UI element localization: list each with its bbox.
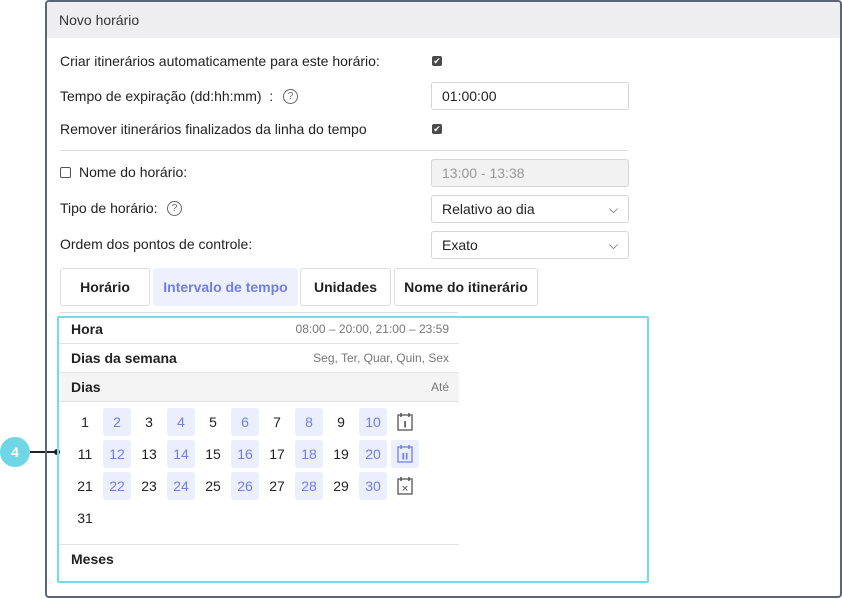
callout-badge: 4 (0, 437, 30, 467)
day-21[interactable]: 21 (71, 472, 99, 500)
day-20[interactable]: 20 (359, 440, 387, 468)
day-16[interactable]: 16 (231, 440, 259, 468)
day-10[interactable]: 10 (359, 408, 387, 436)
day-15[interactable]: 15 (199, 440, 227, 468)
control-order-label: Ordem dos pontos de controle: (60, 236, 253, 252)
tab-units[interactable]: Unidades (300, 268, 391, 306)
tab-time-interval[interactable]: Intervalo de tempo (153, 268, 298, 306)
day-29[interactable]: 29 (327, 472, 355, 500)
panel-title: Novo horário (47, 2, 840, 38)
calendar-clear-icon[interactable]: ✕ (391, 472, 419, 500)
weekdays-row[interactable]: Dias da semana Seg, Ter, Quar, Quin, Sex (59, 344, 459, 373)
control-order-select[interactable]: Exato ⌵ (431, 231, 629, 259)
tab-route-name[interactable]: Nome do itinerário (394, 268, 538, 306)
day-17[interactable]: 17 (263, 440, 291, 468)
day-1[interactable]: 1 (71, 408, 99, 436)
divider (59, 544, 459, 545)
schedule-name-checkbox[interactable] (60, 167, 71, 178)
weekdays-label: Dias da semana (71, 350, 177, 366)
calendar-single-icon[interactable]: I (391, 408, 419, 436)
day-27[interactable]: 27 (263, 472, 291, 500)
months-label: Meses (71, 551, 114, 567)
day-24[interactable]: 24 (167, 472, 195, 500)
day-25[interactable]: 25 (199, 472, 227, 500)
chevron-down-icon: ⌵ (608, 202, 618, 216)
day-28[interactable]: 28 (295, 472, 323, 500)
days-label: Dias (71, 379, 101, 395)
days-mode: Até (430, 380, 449, 394)
day-22[interactable]: 22 (103, 472, 131, 500)
day-5[interactable]: 5 (199, 408, 227, 436)
weekdays-value: Seg, Ter, Quar, Quin, Sex (313, 351, 449, 365)
svg-text:I: I (403, 421, 406, 431)
day-8[interactable]: 8 (295, 408, 323, 436)
day-3[interactable]: 3 (135, 408, 163, 436)
hour-value: 08:00 – 20:00, 21:00 – 23:59 (295, 322, 449, 336)
days-row[interactable]: Dias Até (59, 373, 459, 402)
schedule-name-label: Nome do horário: (79, 164, 188, 180)
day-23[interactable]: 23 (135, 472, 163, 500)
calendar-pause-icon[interactable]: II (391, 440, 419, 468)
day-19[interactable]: 19 (327, 440, 355, 468)
schedule-type-label: Tipo de horário: (60, 200, 158, 216)
day-14[interactable]: 14 (167, 440, 195, 468)
day-7[interactable]: 7 (263, 408, 291, 436)
hour-row[interactable]: Hora 08:00 – 20:00, 21:00 – 23:59 (59, 318, 459, 344)
auto-create-checkbox[interactable]: ✔ (432, 56, 442, 66)
svg-text:II: II (402, 453, 409, 463)
day-30[interactable]: 30 (359, 472, 387, 500)
day-9[interactable]: 9 (327, 408, 355, 436)
day-18[interactable]: 18 (295, 440, 323, 468)
remove-finished-label: Remover itinerários finalizados da linha… (60, 121, 367, 137)
expiration-label: Tempo de expiração (dd:hh:mm) : (60, 88, 274, 104)
schedule-type-select[interactable]: Relativo ao dia ⌵ (431, 195, 629, 223)
help-icon[interactable]: ? (167, 201, 182, 216)
day-2[interactable]: 2 (103, 408, 131, 436)
tab-schedule[interactable]: Horário (60, 268, 150, 306)
divider (60, 312, 458, 313)
day-13[interactable]: 13 (135, 440, 163, 468)
remove-finished-checkbox[interactable]: ✔ (432, 124, 442, 134)
svg-text:✕: ✕ (401, 485, 409, 495)
help-icon[interactable]: ? (283, 89, 298, 104)
day-4[interactable]: 4 (167, 408, 195, 436)
chevron-down-icon: ⌵ (608, 238, 618, 252)
expiration-input[interactable]: 01:00:00 (431, 82, 629, 110)
time-interval-section: Hora 08:00 – 20:00, 21:00 – 23:59 Dias da… (57, 316, 649, 583)
hour-label: Hora (71, 321, 103, 337)
auto-create-label: Criar itinerários automaticamente para e… (60, 53, 380, 69)
divider (60, 150, 628, 151)
day-12[interactable]: 12 (103, 440, 131, 468)
day-11[interactable]: 11 (71, 440, 99, 468)
day-31[interactable]: 31 (71, 504, 99, 532)
schedule-name-input[interactable]: 13:00 - 13:38 (431, 159, 629, 187)
day-6[interactable]: 6 (231, 408, 259, 436)
day-26[interactable]: 26 (231, 472, 259, 500)
